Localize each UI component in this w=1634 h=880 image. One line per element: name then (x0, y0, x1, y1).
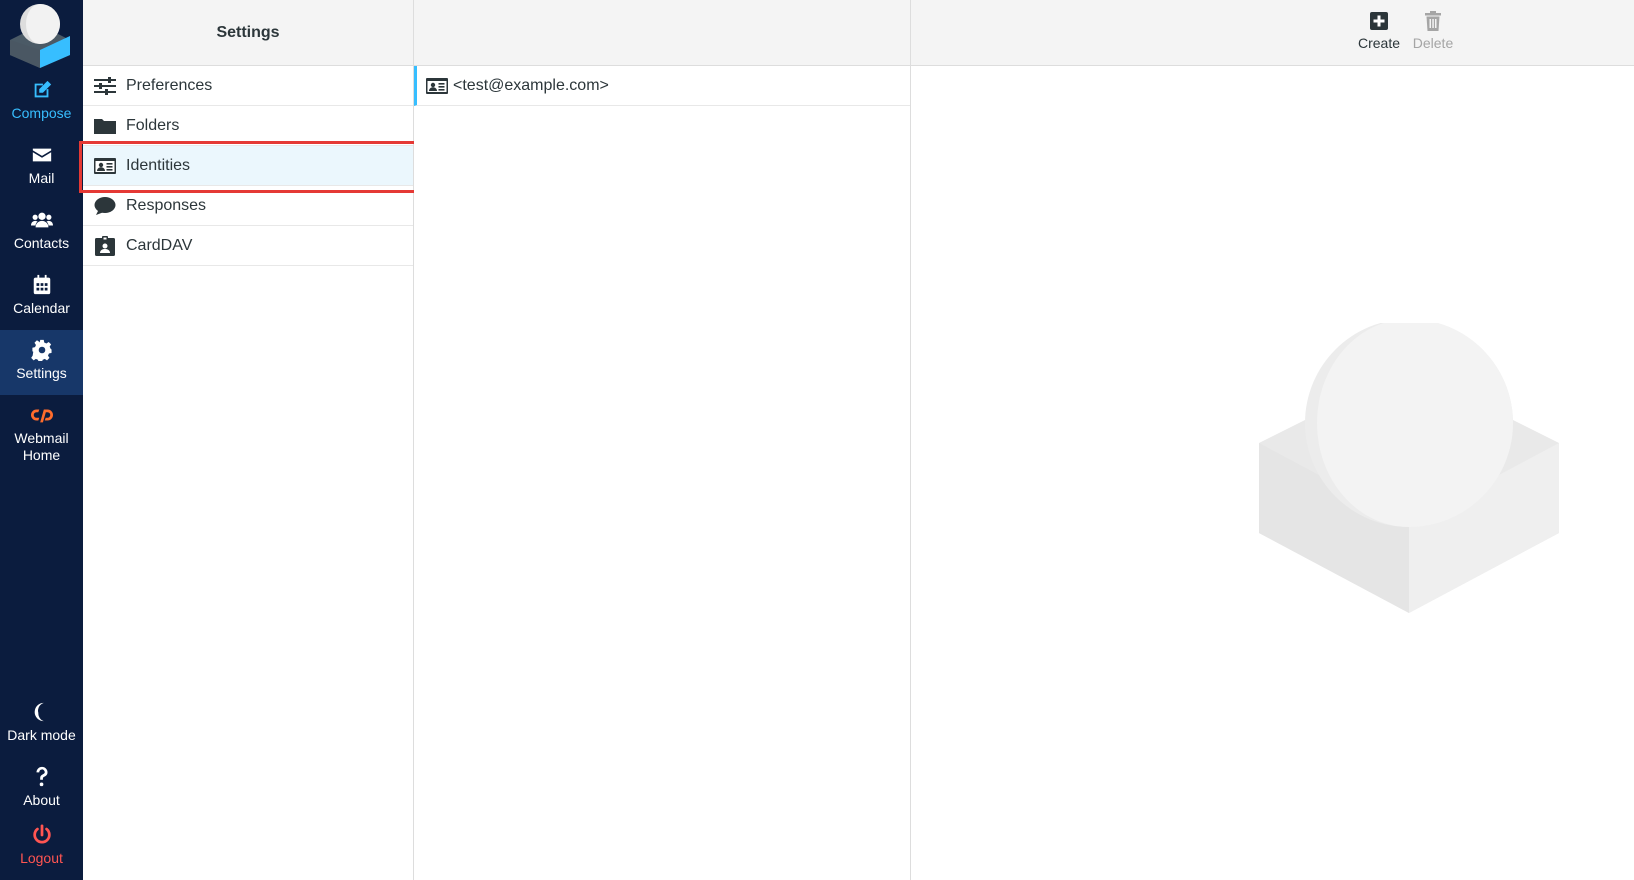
settings-item-responses[interactable]: Responses (83, 186, 413, 226)
nav-dark-mode[interactable]: Dark mode (0, 692, 83, 757)
nav-calendar[interactable]: Calendar (0, 265, 83, 330)
address-book-icon (95, 235, 115, 256)
gear-icon (30, 339, 52, 361)
trash-icon (1425, 11, 1441, 31)
power-icon (32, 824, 51, 844)
settings-item-folders[interactable]: Folders (83, 106, 413, 146)
question-icon (36, 766, 47, 787)
nav-logout-label: Logout (20, 850, 63, 866)
toolbar: Create Delete (911, 0, 1634, 66)
identities-header (414, 0, 910, 66)
settings-header: Settings (83, 0, 413, 66)
nav-mail-label: Mail (28, 170, 55, 186)
calendar-icon (33, 274, 50, 295)
comment-icon (94, 196, 116, 215)
content-panel: Create Delete (911, 0, 1634, 880)
moon-icon (34, 702, 44, 722)
roundcube-watermark-logo (1259, 323, 1559, 613)
nav-about[interactable]: About (0, 757, 83, 822)
app-window: Compose Mail Contacts Calendar Settings … (0, 0, 1634, 880)
identity-list-item[interactable]: <test@example.com> (414, 66, 910, 106)
settings-item-label: Folders (126, 116, 180, 134)
nav-settings[interactable]: Settings (0, 330, 83, 395)
delete-label: Delete (1412, 35, 1454, 51)
settings-list-panel: Settings Preferences Folders Identities … (83, 0, 414, 880)
nav-compose-label: Compose (11, 105, 72, 121)
nav-compose[interactable]: Compose (0, 70, 83, 135)
id-card-icon (94, 157, 116, 174)
identities-list-panel: <test@example.com> (414, 0, 911, 880)
nav-settings-label: Settings (16, 365, 67, 381)
settings-item-identities[interactable]: Identities (83, 146, 413, 186)
settings-item-label: Preferences (126, 76, 213, 94)
page-title: Settings (216, 23, 280, 41)
nav-webmail-home[interactable]: Webmail Home (0, 395, 83, 475)
settings-item-carddav[interactable]: CardDAV (83, 226, 413, 266)
nav-about-label: About (23, 792, 60, 808)
identity-email: <test@example.com> (453, 76, 609, 94)
nav-contacts[interactable]: Contacts (0, 200, 83, 265)
create-label: Create (1357, 35, 1401, 51)
sliders-icon (94, 76, 116, 95)
settings-item-label: CardDAV (126, 236, 193, 254)
cpanel-icon (30, 409, 53, 423)
nav-mail[interactable]: Mail (0, 135, 83, 200)
nav-calendar-label: Calendar (13, 300, 70, 316)
nav-logout[interactable]: Logout (0, 815, 83, 880)
create-button[interactable]: Create (1352, 10, 1406, 51)
envelope-icon (32, 148, 51, 162)
settings-item-preferences[interactable]: Preferences (83, 66, 413, 106)
folder-icon (94, 118, 116, 134)
main-navigation: Compose Mail Contacts Calendar Settings … (0, 0, 83, 880)
users-icon (30, 212, 53, 228)
nav-dark-mode-label: Dark mode (7, 727, 76, 743)
roundcube-logo[interactable] (0, 0, 83, 70)
nav-contacts-label: Contacts (13, 235, 70, 251)
settings-item-label: Responses (126, 196, 207, 214)
delete-button[interactable]: Delete (1406, 10, 1460, 51)
settings-item-label: Identities (126, 156, 191, 174)
plus-square-icon (1370, 12, 1388, 30)
id-card-icon (426, 77, 448, 94)
nav-webmail-home-label: Webmail Home (14, 430, 69, 463)
compose-icon (34, 80, 51, 98)
